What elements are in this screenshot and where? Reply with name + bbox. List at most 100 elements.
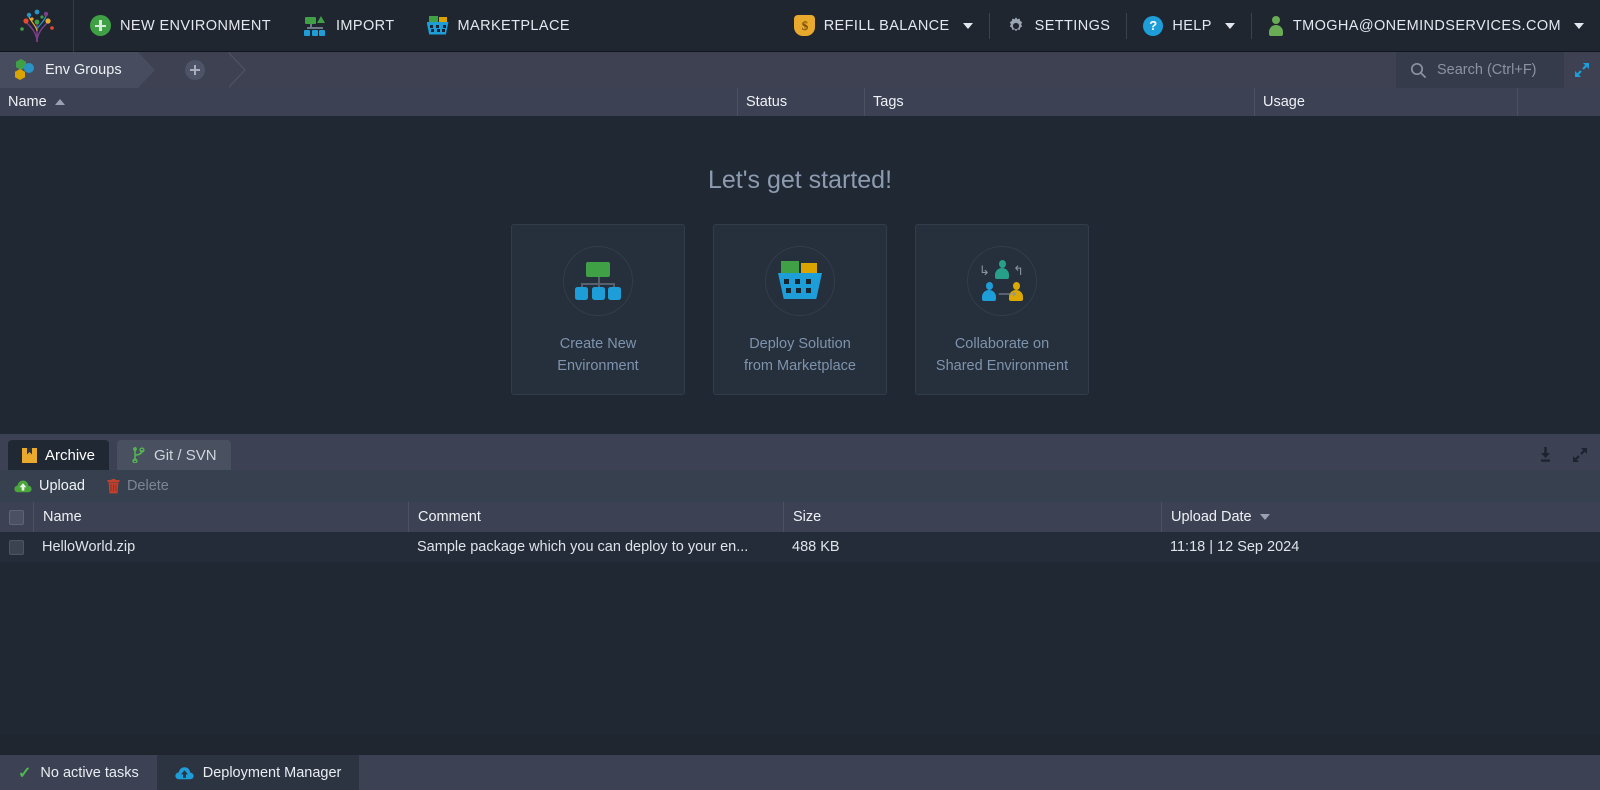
card-caption-line1: Create New <box>559 336 637 352</box>
help-icon: ? <box>1143 15 1164 36</box>
top-header-bar: NEW ENVIRONMENT IMPORT MARKETPLACE $ REF… <box>0 0 1600 52</box>
column-label: Tags <box>873 94 904 110</box>
import-icon <box>303 15 327 36</box>
column-header-size[interactable]: Size <box>783 502 1161 532</box>
topology-icon <box>575 262 621 300</box>
column-header-name[interactable]: Name <box>0 88 737 116</box>
env-empty-state: Let's get started! Create New Environmen… <box>0 116 1600 434</box>
column-header-spacer <box>1517 88 1600 116</box>
column-label: Name <box>8 94 47 110</box>
git-branch-icon <box>132 447 145 463</box>
secondary-nav: $ REFILL BALANCE SETTINGS ? HELP TMOGHA@… <box>778 0 1600 52</box>
user-account-menu[interactable]: TMOGHA@ONEMINDSERVICES.COM <box>1252 0 1600 52</box>
select-all-checkbox[interactable] <box>9 509 24 525</box>
marketplace-label: MARKETPLACE <box>457 17 570 34</box>
card-caption-line2: from Marketplace <box>743 358 856 374</box>
card-deploy-from-marketplace[interactable]: Deploy Solution from Marketplace <box>713 224 887 395</box>
cell-comment: Sample package which you can deploy to y… <box>417 539 749 555</box>
active-tasks-label: No active tasks <box>40 764 139 781</box>
panel-toolbar: Upload Delete <box>0 470 1600 502</box>
download-icon[interactable] <box>1537 446 1554 463</box>
row-checkbox[interactable] <box>9 539 24 555</box>
column-label: Usage <box>1263 94 1305 110</box>
check-icon: ✓ <box>18 764 32 782</box>
archive-box-icon <box>22 447 37 463</box>
card-caption: Deploy Solution from Marketplace <box>744 333 856 377</box>
tab-label: Archive <box>45 446 96 464</box>
column-header-upload-date[interactable]: Upload Date <box>1161 502 1600 532</box>
new-environment-label: NEW ENVIRONMENT <box>120 17 271 34</box>
deployment-manager-label: Deployment Manager <box>202 764 342 781</box>
table-row[interactable]: HelloWorld.zip Sample package which you … <box>0 532 1600 562</box>
upload-button[interactable]: Upload <box>14 478 85 494</box>
deployment-manager-button[interactable]: Deployment Manager <box>156 755 360 790</box>
active-tasks-indicator[interactable]: ✓ No active tasks <box>0 755 157 790</box>
card-caption-line2: Shared Environment <box>935 358 1069 374</box>
refill-balance-label: REFILL BALANCE <box>823 17 950 34</box>
column-label: Size <box>793 509 822 525</box>
column-label: Name <box>43 509 82 525</box>
breadcrumb-bar: Env Groups Search (Ctrl+F) <box>0 52 1600 88</box>
coin-icon: $ <box>793 15 815 36</box>
env-table-header: Name Status Tags Usage <box>0 88 1600 116</box>
chevron-down-icon <box>962 22 973 29</box>
card-caption-line2: Environment <box>557 358 639 374</box>
import-label: IMPORT <box>336 17 395 34</box>
plus-circle-icon <box>184 60 205 80</box>
card-caption: Collaborate on Shared Environment <box>936 333 1068 377</box>
upload-label: Upload <box>39 478 85 494</box>
card-create-new-environment[interactable]: Create New Environment <box>511 224 685 395</box>
collaborate-users-icon: ↳ ↰ ⟶ <box>978 260 1026 302</box>
card-caption: Create New Environment <box>557 333 638 377</box>
help-label: HELP <box>1172 17 1212 34</box>
delete-label: Delete <box>126 478 169 494</box>
chevron-down-icon <box>1224 22 1235 29</box>
search-input[interactable]: Search (Ctrl+F) <box>1396 52 1564 88</box>
search-icon <box>1410 62 1427 78</box>
search-placeholder: Search (Ctrl+F) <box>1437 62 1537 78</box>
cloud-upload-icon <box>14 480 32 493</box>
column-header-usage[interactable]: Usage <box>1254 88 1517 116</box>
trash-icon <box>107 478 120 493</box>
status-bar: ✓ No active tasks Deployment Manager <box>0 755 1600 790</box>
marketplace-button[interactable]: MARKETPLACE <box>411 0 586 52</box>
panel-tabs: Archive Git / SVN <box>0 434 1600 470</box>
new-environment-button[interactable]: NEW ENVIRONMENT <box>74 0 287 52</box>
column-header-name[interactable]: Name <box>33 502 408 532</box>
settings-button[interactable]: SETTINGS <box>990 0 1127 52</box>
basket-icon <box>426 15 449 36</box>
deployment-manager-panel: Archive Git / SVN Upload Delete Name Com… <box>0 434 1600 735</box>
refill-balance-button[interactable]: $ REFILL BALANCE <box>778 0 989 52</box>
icon-ring <box>563 246 633 316</box>
bottom-strip <box>0 735 1600 755</box>
icon-ring <box>765 246 835 316</box>
archive-files-table: Name Comment Size Upload Date HelloWorld… <box>0 502 1600 562</box>
app-logo[interactable] <box>0 0 74 52</box>
card-caption-line1: Deploy Solution <box>749 336 851 352</box>
sort-ascending-icon <box>54 99 65 105</box>
page-title: Let's get started! <box>707 166 893 194</box>
select-all-cell <box>0 502 33 532</box>
import-button[interactable]: IMPORT <box>287 0 411 52</box>
help-button[interactable]: ? HELP <box>1127 0 1250 52</box>
column-header-tags[interactable]: Tags <box>864 88 1254 116</box>
icon-ring: ↳ ↰ ⟶ <box>967 246 1037 316</box>
settings-label: SETTINGS <box>1034 17 1111 34</box>
column-header-status[interactable]: Status <box>737 88 864 116</box>
table-header-row: Name Comment Size Upload Date <box>0 502 1600 532</box>
app-root: NEW ENVIRONMENT IMPORT MARKETPLACE $ REF… <box>0 0 1600 790</box>
column-header-comment[interactable]: Comment <box>408 502 783 532</box>
tab-archive[interactable]: Archive <box>8 440 110 470</box>
column-label: Status <box>746 94 788 110</box>
breadcrumb-env-groups[interactable]: Env Groups <box>0 52 155 88</box>
delete-button[interactable]: Delete <box>107 478 169 494</box>
sort-descending-icon <box>1259 514 1270 520</box>
chevron-down-icon <box>1574 22 1584 29</box>
card-collaborate-shared-environment[interactable]: ↳ ↰ ⟶ Collaborate on Shared Environment <box>915 224 1089 395</box>
tab-git-svn[interactable]: Git / SVN <box>117 440 231 470</box>
expand-arrows-icon[interactable] <box>1572 447 1588 463</box>
expand-panel-button[interactable] <box>1564 52 1600 88</box>
add-env-group-button[interactable] <box>154 52 246 88</box>
user-email-label: TMOGHA@ONEMINDSERVICES.COM <box>1292 17 1561 34</box>
get-started-cards: Create New Environment Deploy Solution f… <box>0 224 1600 395</box>
